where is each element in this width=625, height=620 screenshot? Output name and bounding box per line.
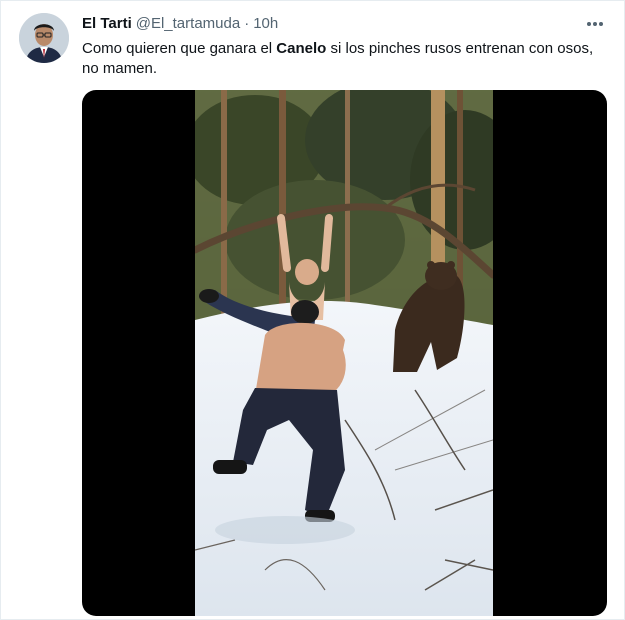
tweet-text: Como quieren que ganara el Canelo si los… <box>82 39 602 79</box>
tweet-text-bold: Canelo <box>276 40 327 57</box>
avatar[interactable] <box>19 13 69 63</box>
video-scene <box>195 90 493 616</box>
user-handle[interactable]: @El_tartamuda <box>136 15 240 32</box>
more-horizontal-icon <box>587 22 603 26</box>
separator-dot: · <box>244 15 250 32</box>
video-frame[interactable] <box>195 90 493 616</box>
tweet-header: El Tarti @El_tartamuda · 10h <box>82 15 584 35</box>
tweet-card[interactable]: El Tarti @El_tartamuda · 10h Como quiere… <box>0 0 625 620</box>
user-avatar-icon <box>19 13 69 63</box>
more-options-button[interactable] <box>584 15 606 33</box>
tweet-text-part1: Como quieren que ganara el <box>82 40 277 57</box>
display-name[interactable]: El Tarti <box>82 15 132 32</box>
media-video[interactable] <box>82 90 607 616</box>
timestamp[interactable]: 10h <box>253 15 278 32</box>
